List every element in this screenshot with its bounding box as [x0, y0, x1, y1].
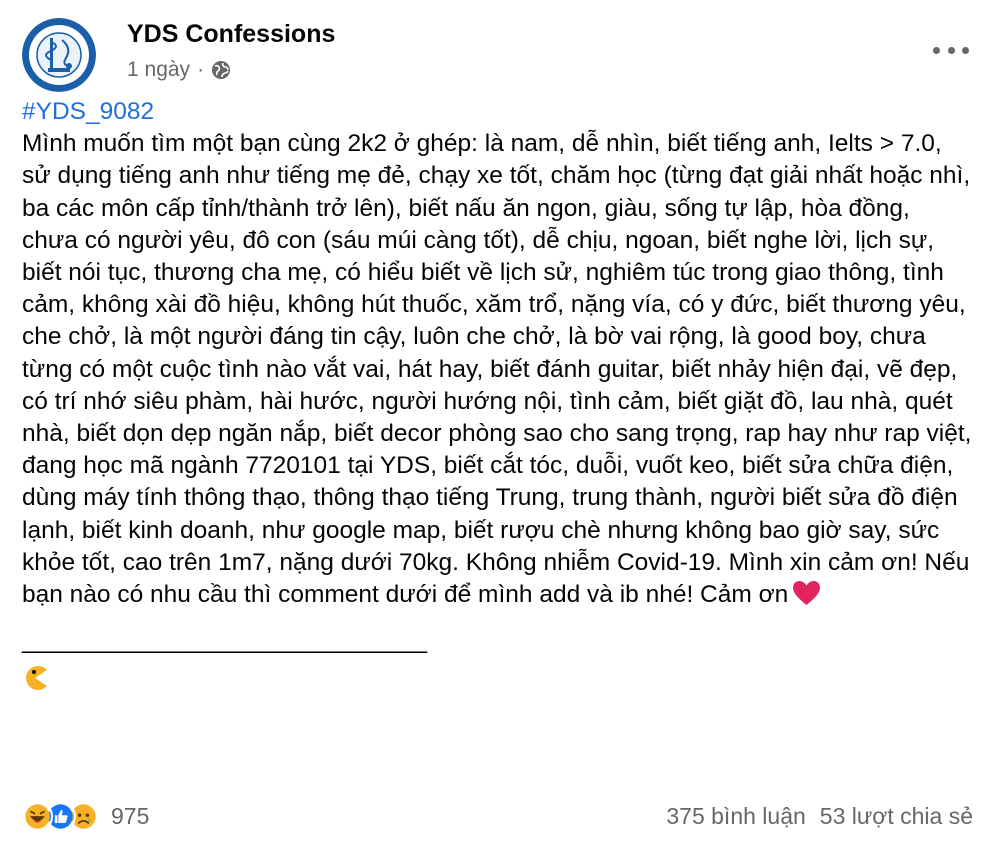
post-footer: 975 375 bình luận 53 lượt chia sẻ [22, 796, 973, 836]
reaction-count: 975 [111, 802, 150, 829]
post-time[interactable]: 1 ngày [127, 58, 190, 82]
reaction-icons [22, 800, 99, 832]
dot-icon [962, 46, 969, 54]
dot-icon [947, 46, 955, 54]
post-text-block: Mình muốn tìm một bạn cùng 2k2 ở ghép: l… [22, 128, 972, 611]
meta-separator: · [197, 58, 205, 81]
more-options-button[interactable] [933, 40, 969, 60]
post-meta: 1 ngày · [127, 58, 231, 82]
heart-icon [793, 581, 821, 606]
reactions-summary[interactable]: 975 [22, 800, 150, 832]
shares-count-link[interactable]: 53 lượt chia sẻ [820, 803, 973, 830]
hashtag-link[interactable]: #YDS_9082 [22, 96, 972, 128]
yds-logo-icon [22, 18, 96, 92]
page-avatar[interactable] [22, 18, 96, 92]
post-text: Mình muốn tìm một bạn cùng 2k2 ở ghép: l… [22, 130, 972, 609]
text-divider: ________________________________ [22, 627, 427, 655]
page-name[interactable]: YDS Confessions [127, 20, 335, 49]
post-header: YDS Confessions 1 ngày · [22, 14, 973, 92]
post-body: #YDS_9082 Mình muốn tìm một bạn cùng 2k2… [22, 96, 972, 691]
haha-icon [22, 800, 53, 832]
globe-icon [212, 61, 231, 79]
engagement-counts: 375 bình luận 53 lượt chia sẻ [652, 803, 973, 830]
comments-count-link[interactable]: 375 bình luận [666, 803, 805, 830]
dot-icon [933, 46, 940, 54]
pacman-icon [26, 666, 47, 691]
